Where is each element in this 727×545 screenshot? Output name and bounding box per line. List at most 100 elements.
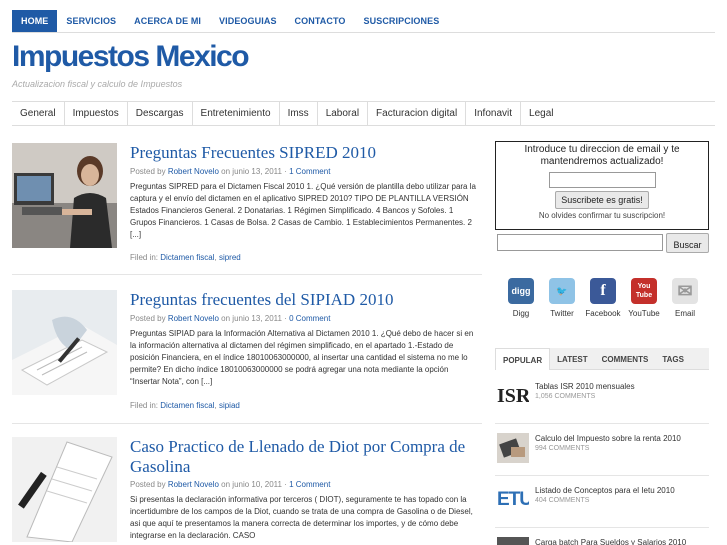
cat-facturacion[interactable]: Facturacion digital bbox=[368, 102, 467, 125]
post-author[interactable]: Robert Novelo bbox=[168, 480, 219, 489]
popular-title[interactable]: Listado de Conceptos para el Ietu 2010 bbox=[535, 485, 705, 496]
ietu-thumb-text: ETU bbox=[497, 489, 529, 510]
social-email[interactable]: ✉ Email bbox=[663, 278, 707, 318]
social-label: YouTube bbox=[628, 309, 660, 318]
cat-imss[interactable]: Imss bbox=[280, 102, 318, 125]
facebook-icon: f bbox=[590, 278, 616, 304]
search-button[interactable]: Buscar bbox=[666, 233, 709, 253]
search-input[interactable] bbox=[497, 234, 663, 251]
digg-icon: digg bbox=[508, 278, 534, 304]
youtube-icon: You Tube bbox=[631, 278, 657, 304]
post-filed: Filed in: Dictamen fiscal, sipiad bbox=[130, 401, 240, 410]
post-comments-link[interactable]: 1 Comment bbox=[289, 167, 330, 176]
popular-thumbnail[interactable] bbox=[497, 433, 529, 463]
post-filed: Filed in: Dictamen fiscal, sipred bbox=[130, 253, 241, 262]
post-meta: Posted by Robert Novelo on junio 13, 201… bbox=[130, 314, 330, 323]
sidebar-tabs: POPULAR LATEST COMMENTS TAGS bbox=[495, 348, 709, 370]
post-item: Preguntas Frecuentes SIPRED 2010 Posted … bbox=[12, 143, 482, 273]
post-meta: Posted by Robert Novelo on junio 13, 201… bbox=[130, 167, 330, 176]
top-divider bbox=[12, 32, 715, 33]
subscribe-box: Introduce tu direccion de email y te man… bbox=[495, 141, 709, 230]
tab-comments[interactable]: COMMENTS bbox=[595, 348, 656, 370]
topnav-suscripciones[interactable]: SUSCRIPCIONES bbox=[355, 10, 449, 32]
popular-comment-count: 994 COMMENTS bbox=[535, 445, 590, 452]
social-digg[interactable]: digg Digg bbox=[499, 278, 543, 318]
post-author[interactable]: Robert Novelo bbox=[168, 314, 219, 323]
social-label: Digg bbox=[512, 309, 530, 318]
site-title[interactable]: Impuestos Mexico bbox=[12, 40, 250, 74]
post-excerpt: Si presentas la declaración informativa … bbox=[130, 495, 473, 540]
post-divider bbox=[12, 423, 482, 424]
popular-thumbnail[interactable] bbox=[497, 537, 529, 545]
post-thumbnail[interactable] bbox=[12, 143, 117, 248]
popular-thumbnail[interactable]: ETU bbox=[497, 485, 529, 515]
category-nav: General Impuestos Descargas Entretenimie… bbox=[12, 101, 715, 126]
cat-infonavit[interactable]: Infonavit bbox=[466, 102, 522, 125]
popular-item: Carga batch Para Sueldos y Salarios 2010 bbox=[495, 537, 709, 545]
twitter-icon: 🐦 bbox=[549, 278, 575, 304]
meta-posted-by: Posted by bbox=[130, 314, 168, 323]
topnav-contacto[interactable]: CONTACTO bbox=[286, 10, 355, 32]
post-tag[interactable]: sipred bbox=[219, 253, 241, 262]
social-label: Facebook bbox=[585, 309, 621, 318]
post-item: Caso Practico de Llenado de Diot por Com… bbox=[12, 437, 482, 545]
post-comments-link[interactable]: 0 Comment bbox=[289, 314, 330, 323]
post-title[interactable]: Preguntas Frecuentes SIPRED 2010 bbox=[130, 143, 480, 163]
tab-latest[interactable]: LATEST bbox=[550, 348, 595, 370]
cat-impuestos[interactable]: Impuestos bbox=[65, 102, 128, 125]
post-meta: Posted by Robert Novelo on junio 10, 201… bbox=[130, 480, 330, 489]
topnav-servicios[interactable]: SERVICIOS bbox=[57, 10, 125, 32]
social-links: digg Digg 🐦 Twitter f Facebook You Tube … bbox=[495, 278, 709, 328]
post-tag[interactable]: Dictamen fiscal bbox=[160, 401, 214, 410]
social-label: Email bbox=[674, 309, 695, 318]
popular-divider bbox=[495, 475, 709, 476]
filed-label: Filed in: bbox=[130, 253, 161, 262]
popular-item: ETU Listado de Conceptos para el Ietu 20… bbox=[495, 485, 709, 521]
popular-divider bbox=[495, 527, 709, 528]
popular-thumbnail[interactable]: ISR bbox=[497, 381, 529, 411]
subscribe-email-input[interactable] bbox=[548, 172, 656, 188]
popular-title[interactable]: Tablas ISR 2010 mensuales bbox=[535, 381, 705, 392]
email-icon: ✉ bbox=[672, 278, 698, 304]
tab-popular[interactable]: POPULAR bbox=[495, 348, 551, 370]
post-tag[interactable]: Dictamen fiscal bbox=[160, 253, 214, 262]
cat-laboral[interactable]: Laboral bbox=[318, 102, 369, 125]
cat-descargas[interactable]: Descargas bbox=[128, 102, 193, 125]
tab-tags[interactable]: TAGS bbox=[655, 348, 691, 370]
post-comments-link[interactable]: 1 Comment bbox=[289, 480, 330, 489]
post-excerpt: Preguntas SIPIAD para la Información Alt… bbox=[130, 329, 474, 386]
cat-entretenimiento[interactable]: Entretenimiento bbox=[193, 102, 280, 125]
topnav-home[interactable]: HOME bbox=[12, 10, 58, 32]
popular-item: Calculo del Impuesto sobre la renta 2010… bbox=[495, 433, 709, 469]
cat-legal[interactable]: Legal bbox=[521, 102, 561, 125]
post-title[interactable]: Preguntas frecuentes del SIPIAD 2010 bbox=[130, 290, 480, 310]
post-author[interactable]: Robert Novelo bbox=[168, 167, 219, 176]
post-date: on junio 13, 2011 · bbox=[218, 314, 290, 323]
post-title[interactable]: Caso Practico de Llenado de Diot por Com… bbox=[130, 437, 480, 477]
post-item: Preguntas frecuentes del SIPIAD 2010 Pos… bbox=[12, 290, 482, 420]
topnav-acerca[interactable]: ACERCA DE MI bbox=[125, 10, 210, 32]
subscribe-button[interactable]: Suscribete es gratis! bbox=[555, 191, 649, 209]
social-twitter[interactable]: 🐦 Twitter bbox=[540, 278, 584, 318]
post-tag[interactable]: sipiad bbox=[219, 401, 240, 410]
subscribe-text: Introduce tu direccion de email y te man… bbox=[524, 144, 680, 167]
topnav-videoguias[interactable]: VIDEOGUIAS bbox=[210, 10, 286, 32]
social-facebook[interactable]: f Facebook bbox=[581, 278, 625, 318]
meta-posted-by: Posted by bbox=[130, 167, 168, 176]
post-excerpt: Preguntas SIPRED para el Dictamen Fiscal… bbox=[130, 182, 476, 239]
popular-title[interactable]: Carga batch Para Sueldos y Salarios 2010 bbox=[535, 537, 705, 545]
popular-title[interactable]: Calculo del Impuesto sobre la renta 2010 bbox=[535, 433, 705, 444]
popular-comment-count: 404 COMMENTS bbox=[535, 497, 590, 504]
popular-divider bbox=[495, 423, 709, 424]
social-youtube[interactable]: You Tube YouTube bbox=[622, 278, 666, 318]
post-thumbnail[interactable] bbox=[12, 290, 117, 395]
subscribe-note: No olvides confirmar tu suscripcion! bbox=[538, 211, 666, 220]
filed-label: Filed in: bbox=[130, 401, 161, 410]
post-thumbnail[interactable] bbox=[12, 437, 117, 542]
cat-general[interactable]: General bbox=[12, 102, 65, 125]
social-label: Twitter bbox=[550, 309, 574, 318]
popular-comment-count: 1,056 COMMENTS bbox=[535, 393, 596, 400]
popular-item: ISR Tablas ISR 2010 mensuales 1,056 COMM… bbox=[495, 381, 709, 417]
meta-posted-by: Posted by bbox=[130, 480, 168, 489]
post-date: on junio 10, 2011 · bbox=[218, 480, 290, 489]
